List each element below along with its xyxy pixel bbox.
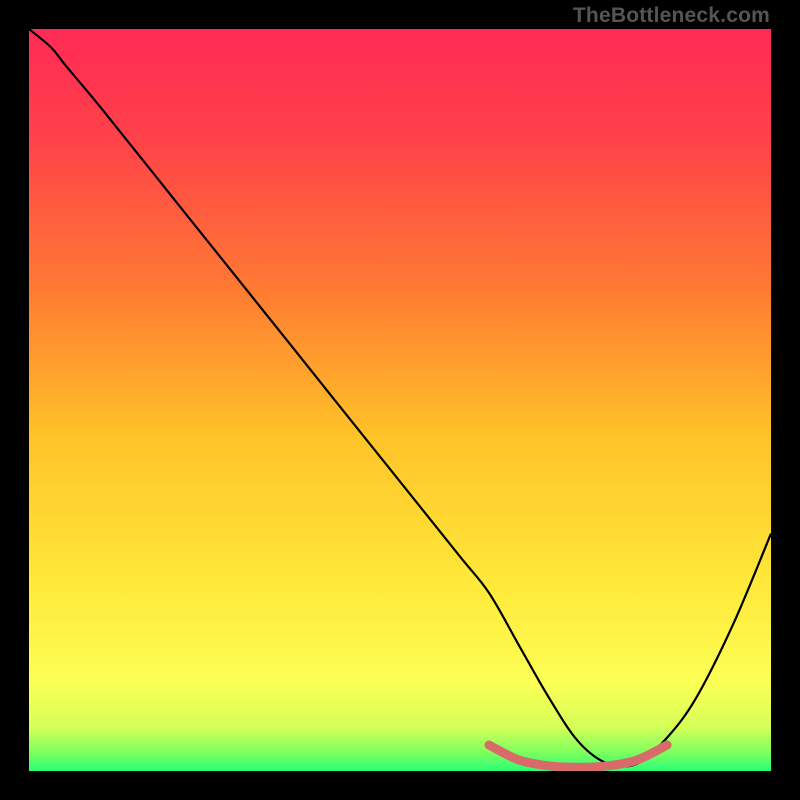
curve-layer <box>29 29 771 771</box>
plot-area <box>29 29 771 771</box>
watermark: TheBottleneck.com <box>573 4 770 28</box>
bottleneck-curve <box>29 29 771 767</box>
optimal-band <box>489 745 667 767</box>
